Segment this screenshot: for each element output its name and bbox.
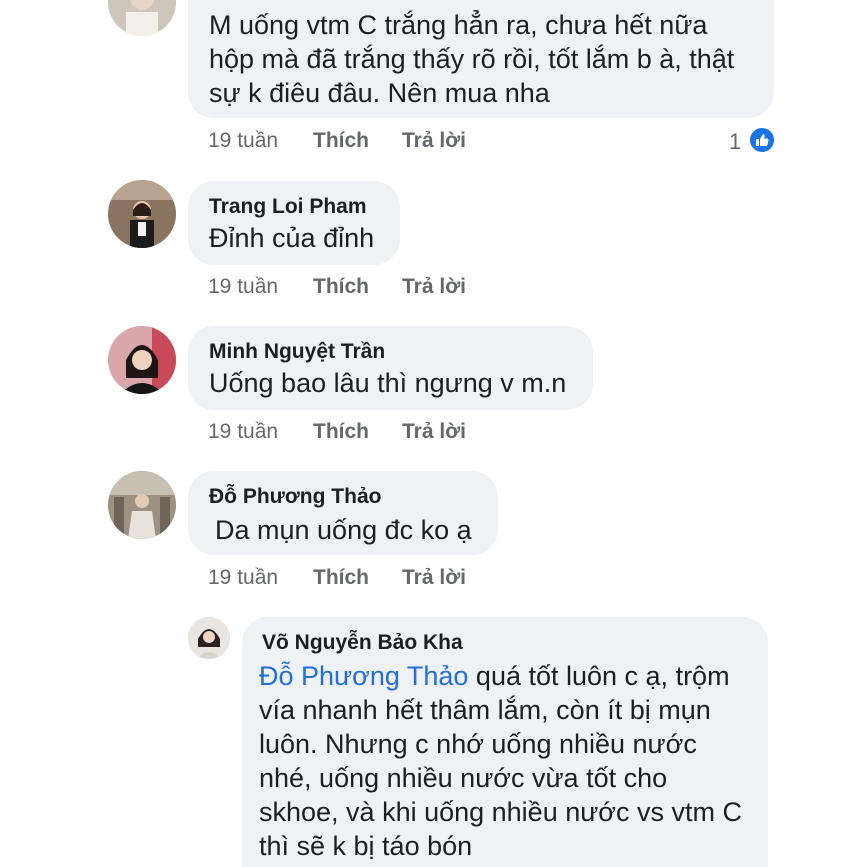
reply-button[interactable]: Trả lời [402, 566, 466, 590]
reply-button[interactable]: Trả lời [402, 275, 466, 299]
reply-button[interactable]: Trả lời [402, 420, 466, 444]
like-button[interactable]: Thích [313, 566, 369, 590]
reply-button[interactable]: Trả lời [402, 129, 466, 153]
comment-text: Đỉnh của đỉnh [209, 223, 375, 253]
reply-text-line: vía nhanh hết thâm lắm, còn ít bị mụn [259, 695, 711, 725]
comment-text: Uống bao lâu thì ngưng v m.n [209, 368, 567, 398]
comment-bubble: Đỗ Phương Thảo Da mụn uống đc ko ạ [188, 471, 498, 555]
avatar[interactable] [108, 471, 176, 539]
comment-author[interactable]: Trang Loi Pham [209, 195, 367, 219]
timestamp[interactable]: 19 tuần [208, 275, 278, 299]
reply-text-line: nhé, uống nhiều nước vừa tốt cho [259, 763, 668, 793]
comment-author[interactable]: Đỗ Phương Thảo [209, 485, 381, 509]
comment-bubble: Minh Nguyệt Trần Uống bao lâu thì ngưng … [188, 326, 593, 410]
like-button[interactable]: Thích [313, 275, 369, 299]
mention-link[interactable]: Đỗ Phương Thảo [259, 661, 468, 691]
reply-text-line: Đỗ Phương Thảo quá tốt luôn c ạ, trộm [259, 659, 730, 693]
reply-text-line: skhoe, và khi uống nhiều nước vs vtm C [259, 797, 743, 827]
like-icon[interactable] [748, 126, 776, 154]
like-button[interactable]: Thích [313, 420, 369, 444]
timestamp[interactable]: 19 tuần [208, 566, 278, 590]
avatar[interactable] [108, 326, 176, 394]
avatar[interactable] [108, 180, 176, 248]
comment-author[interactable]: Minh Nguyệt Trần [209, 340, 385, 364]
avatar[interactable] [188, 617, 230, 659]
avatar[interactable] [108, 0, 176, 36]
comment-bubble: M uống vtm C trắng hẳn ra, chưa hết nữa … [188, 0, 774, 118]
comment-text-line: M uống vtm C trắng hẳn ra, chưa hết nữa [209, 10, 708, 40]
comment-author[interactable]: Võ Nguyễn Bảo Kha [262, 631, 463, 655]
comment-bubble: Trang Loi Pham Đỉnh của đỉnh [188, 181, 400, 265]
reply-text-rest: quá tốt luôn c ạ, trộm [468, 661, 730, 691]
reply-text-line: thì sẽ k bị táo bón [259, 831, 473, 861]
reply-bubble: Võ Nguyễn Bảo Kha Đỗ Phương Thảo quá tốt… [242, 617, 768, 867]
comment-text-line: sự k điêu đâu. Nên mua nha [209, 78, 550, 108]
like-button[interactable]: Thích [313, 129, 369, 153]
reply-text-line: luôn. Nhưng c nhớ uống nhiều nước [259, 729, 697, 759]
reaction-count[interactable]: 1 [729, 129, 741, 155]
comment-text-line: hộp mà đã trắng thấy rõ rồi, tốt lắm b à… [209, 44, 735, 74]
comment-text: Da mụn uống đc ko ạ [215, 515, 472, 545]
timestamp[interactable]: 19 tuần [208, 129, 278, 153]
timestamp[interactable]: 19 tuần [208, 420, 278, 444]
